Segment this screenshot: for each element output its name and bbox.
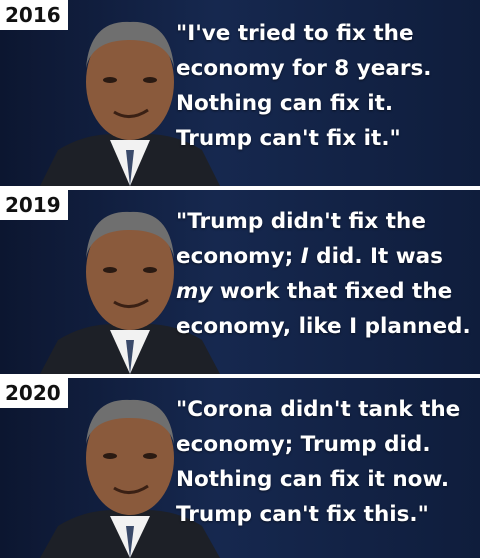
quote-text: "Trump didn't fix the economy; I did. It… <box>176 209 471 339</box>
year-label: 2019 <box>0 190 68 220</box>
panel-2016: 2016 "I've tried to fix the economy for … <box>0 0 480 186</box>
quote-text: "Corona didn't tank the economy; Trump d… <box>176 397 461 527</box>
meme-image: 2016 "I've tried to fix the economy for … <box>0 0 480 558</box>
year-label: 2020 <box>0 378 68 408</box>
panel-2019: 2019 "Trump didn't fix the economy; I di… <box>0 190 480 374</box>
panel-2020: 2020 "Corona didn't tank the economy; Tr… <box>0 378 480 558</box>
quote-text: "I've tried to fix the economy for 8 yea… <box>176 21 432 151</box>
year-label: 2016 <box>0 0 68 30</box>
